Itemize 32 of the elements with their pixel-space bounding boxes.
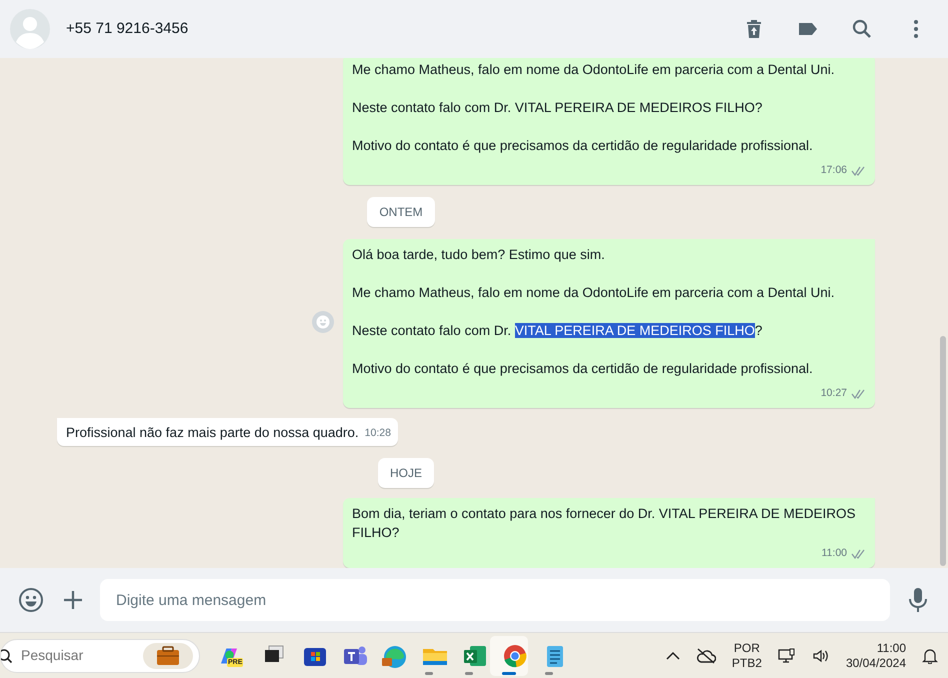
- message-text: Bom dia, teriam o contato para nos fornecer do Dr. VITAL PEREIRA DE MEDEIROS FILHO?: [352, 505, 856, 542]
- speaker-icon[interactable]: [812, 648, 830, 664]
- search-icon: [1, 648, 15, 664]
- briefcase-icon: [143, 642, 193, 668]
- contact-name[interactable]: +55 71 9216-3456: [66, 18, 188, 40]
- clock-date[interactable]: 30/04/2024: [846, 656, 906, 670]
- cloud-off-icon[interactable]: [696, 648, 716, 664]
- network-icon[interactable]: [778, 648, 796, 664]
- message-text: Neste contato falo com Dr. VITAL PEREIRA DE MEDEIROS FILHO?: [352, 99, 764, 117]
- message-text: Neste contato falo com Dr. VITAL PEREIRA DE MEDEIROS FILHO?: [352, 322, 764, 340]
- message-text: Olá boa tarde, tudo bem? Estimo que sim.: [352, 246, 606, 264]
- plus-icon[interactable]: [62, 589, 84, 611]
- message-text: Motivo do contato é que precisamos da certidão de regularidade profissional.: [352, 137, 814, 155]
- message-input[interactable]: Digite uma mensagem: [100, 579, 890, 621]
- message-text: Me chamo Matheus, falo em nome da OdontoLife em parceria com a Dental Uni.: [352, 61, 836, 79]
- message-text: Profissional não faz mais parte do nossa quadro.: [66, 424, 359, 442]
- microphone-icon[interactable]: [908, 587, 928, 613]
- bell-icon[interactable]: [922, 648, 938, 664]
- message-time: 10:28: [364, 426, 391, 441]
- message-time: 10:27: [820, 386, 847, 401]
- message-time: 11:00: [822, 546, 847, 561]
- taskbar-search-field[interactable]: Pesquisar: [0, 638, 200, 672]
- taskbar-search-input[interactable]: Pesquisar: [19, 644, 139, 667]
- chevron-up-icon[interactable]: [666, 650, 680, 660]
- message-text: Me chamo Matheus, falo em nome da OdontoLife em parceria com a Dental Uni.: [352, 284, 836, 302]
- keyboard-layout[interactable]: PTB2: [732, 656, 762, 670]
- emoji-icon[interactable]: [18, 587, 44, 613]
- clock-time[interactable]: 11:00: [846, 640, 906, 656]
- message-time: 17:06: [820, 163, 847, 178]
- language-indicator[interactable]: POR: [732, 640, 762, 656]
- message-text: Motivo do contato é que precisamos da certidão de regularidade profissional.: [352, 360, 814, 378]
- scrollbar-thumb[interactable]: [940, 336, 946, 566]
